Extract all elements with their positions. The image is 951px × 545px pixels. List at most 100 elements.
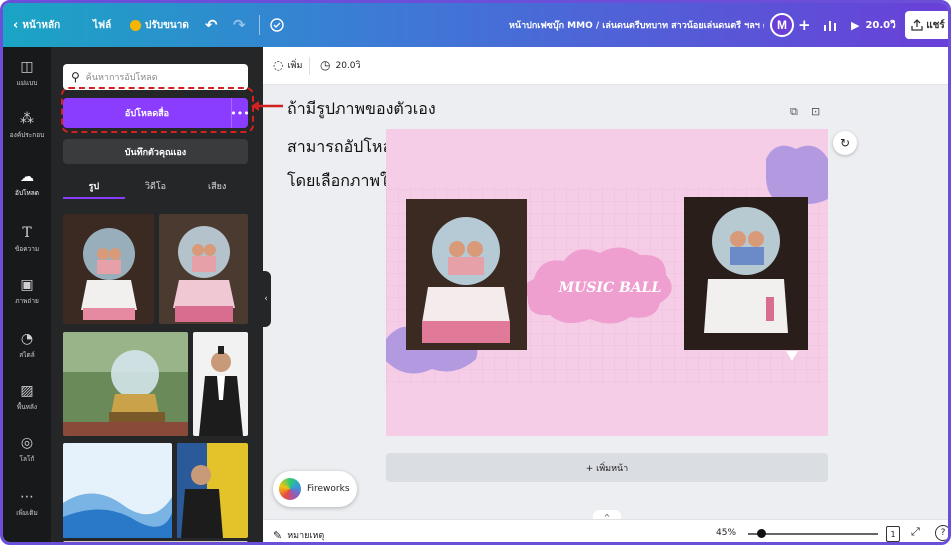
rail-label: องค์ประกอบ xyxy=(9,130,45,139)
logo-icon: ◎ xyxy=(20,434,34,451)
tab-images[interactable]: รูป xyxy=(63,175,125,199)
help-icon[interactable]: ? xyxy=(935,525,948,541)
back-home-label: หน้าหลัก xyxy=(22,19,61,31)
upload-icon: ☁ xyxy=(20,168,34,185)
upload-thumbnail[interactable] xyxy=(177,443,248,538)
slide-photo-left[interactable] xyxy=(406,199,527,350)
animate-button[interactable]: ◌ เพิ่ม xyxy=(273,58,302,72)
rail-item-text[interactable]: T ข้อความ xyxy=(3,213,51,265)
duration-button[interactable]: ◷ 20.0วิ xyxy=(320,58,361,72)
chevron-left-icon: ‹ xyxy=(13,17,19,33)
animate-icon: ◌ xyxy=(273,58,284,72)
slide-artwork: MUSIC BALL xyxy=(386,129,828,436)
zoom-level[interactable]: 45% xyxy=(716,528,736,538)
slide-photo-right[interactable] xyxy=(684,197,808,350)
rail-item-uploads[interactable]: ☁ อัปโหลด xyxy=(3,157,51,209)
share-label: แชร์ xyxy=(926,19,945,31)
add-page-icon[interactable]: ⊡ xyxy=(811,105,820,118)
document-title[interactable]: หน้าปกเฟซบุ๊ก MMO / เล่นดนตรีบทบาท สาวน้… xyxy=(509,3,764,47)
upload-thumbnail[interactable] xyxy=(193,332,248,436)
upload-more-button[interactable]: ••• xyxy=(230,98,250,128)
notes-icon: ✎ xyxy=(273,528,283,542)
add-collaborator-button[interactable]: + xyxy=(798,3,811,47)
resize-label: ปรับขนาด xyxy=(145,19,189,31)
photo-icon: ▣ xyxy=(20,276,34,293)
duplicate-page-icon[interactable]: ⧉ xyxy=(790,105,798,119)
notes-label: หมายเหตุ xyxy=(287,531,325,541)
fireworks-label: Fireworks xyxy=(307,484,350,494)
slide-title[interactable]: MUSIC BALL xyxy=(558,280,662,296)
fireworks-badge[interactable]: Fireworks xyxy=(273,471,357,507)
upload-thumbnail[interactable] xyxy=(63,443,172,538)
zoom-slider-handle[interactable] xyxy=(757,529,767,538)
uploads-panel: ⚲ ค้นหาการอัปโหลด อัปโหลดสื่อ ••• บันทึก… xyxy=(51,47,263,542)
rail-label: แม่แบบ xyxy=(16,78,38,87)
rail-item-photos[interactable]: ▣ ภาพถ่าย xyxy=(3,265,51,317)
top-bar: ‹ หน้าหลัก ไฟล์ ปรับขนาด ↶ ↷ หน้าปกเฟซบุ… xyxy=(3,3,948,47)
side-rail: ◫ แม่แบบ ⁂ องค์ประกอบ ☁ อัปโหลด T ข้อควา… xyxy=(3,47,51,542)
present-button[interactable]: ▶ 20.0วิ xyxy=(851,3,896,47)
rail-label: สไตล์ xyxy=(19,350,35,359)
media-tabs: รูป วิดีโอ เสียง xyxy=(63,175,248,199)
rail-label: ภาพถ่าย xyxy=(15,296,39,305)
present-label: 20.0วิ xyxy=(865,19,896,31)
app-frame: ‹ หน้าหลัก ไฟล์ ปรับขนาด ↶ ↷ หน้าปกเฟซบุ… xyxy=(0,0,951,545)
cloud-saved-icon[interactable] xyxy=(269,3,285,47)
file-menu[interactable]: ไฟล์ xyxy=(93,3,111,47)
more-icon: ⋯ xyxy=(20,488,34,505)
insights-icon[interactable] xyxy=(823,3,837,47)
share-icon xyxy=(911,19,923,31)
fireworks-logo-icon xyxy=(279,478,301,500)
search-placeholder: ค้นหาการอัปโหลด xyxy=(85,73,158,83)
upload-thumbnail[interactable] xyxy=(63,214,154,324)
fullscreen-icon[interactable]: ⤢ xyxy=(911,525,920,539)
background-icon: ▨ xyxy=(20,382,34,399)
rail-label: โลโก้ xyxy=(19,454,35,463)
footer-bar: ✎ หมายเหตุ 45% 1 ⤢ ? xyxy=(263,519,948,542)
tab-videos[interactable]: วิดีโอ xyxy=(125,175,187,199)
elements-icon: ⁂ xyxy=(20,110,34,127)
record-yourself-button[interactable]: บันทึกตัวคุณเอง xyxy=(63,139,248,164)
rail-item-templates[interactable]: ◫ แม่แบบ xyxy=(3,47,51,99)
upload-thumbnail[interactable] xyxy=(63,332,188,436)
play-icon: ▶ xyxy=(851,18,860,32)
redo-icon[interactable]: ↷ xyxy=(233,3,246,47)
page-count-button[interactable]: 1 xyxy=(886,526,900,542)
rail-label: อัปโหลด xyxy=(14,188,39,197)
share-button[interactable]: แชร์ xyxy=(905,11,948,39)
text-icon: T xyxy=(22,224,32,241)
zoom-slider-track[interactable] xyxy=(748,533,878,535)
annotation-line-1: ถ้ามีรูปภาพของตัวเอง xyxy=(287,99,436,118)
crown-icon xyxy=(130,19,141,31)
search-icon: ⚲ xyxy=(71,70,80,84)
upload-thumbnail[interactable] xyxy=(63,541,248,542)
canvas-toolbar: ◌ เพิ่ม ◷ 20.0วิ xyxy=(263,47,948,85)
add-page-button[interactable]: + เพิ่มหน้า xyxy=(386,453,828,482)
toolbar-divider xyxy=(309,57,310,75)
notes-button[interactable]: ✎ หมายเหตุ xyxy=(273,528,324,542)
template-icon: ◫ xyxy=(20,58,34,75)
collapse-panel-button[interactable]: ‹ xyxy=(261,271,271,327)
rail-item-styles[interactable]: ◔ สไตล์ xyxy=(3,319,51,371)
style-icon: ◔ xyxy=(20,330,34,347)
back-home-button[interactable]: ‹ หน้าหลัก xyxy=(13,3,60,47)
duration-label: 20.0วิ xyxy=(335,61,361,71)
clock-icon: ◷ xyxy=(320,58,331,72)
avatar[interactable]: M xyxy=(770,13,794,37)
rail-label: พื้นหลัง xyxy=(16,402,38,411)
animate-label: เพิ่ม xyxy=(287,61,303,71)
refresh-icon[interactable]: ↻ xyxy=(833,131,857,155)
rail-item-more[interactable]: ⋯ เพิ่มเติม xyxy=(3,477,51,529)
top-divider xyxy=(259,15,260,35)
resize-button[interactable]: ปรับขนาด xyxy=(130,3,189,47)
rail-label: เพิ่มเติม xyxy=(16,508,38,517)
annotation-arrow xyxy=(251,101,283,111)
undo-icon[interactable]: ↶ xyxy=(205,3,218,47)
rail-item-logos[interactable]: ◎ โลโก้ xyxy=(3,423,51,475)
rail-item-background[interactable]: ▨ พื้นหลัง xyxy=(3,371,51,423)
rail-item-elements[interactable]: ⁂ องค์ประกอบ xyxy=(3,99,51,151)
upload-media-button[interactable]: อัปโหลดสื่อ xyxy=(63,98,231,128)
tab-audio[interactable]: เสียง xyxy=(186,175,248,199)
upload-thumbnail[interactable] xyxy=(159,214,248,324)
design-slide[interactable]: MUSIC BALL xyxy=(386,129,828,436)
